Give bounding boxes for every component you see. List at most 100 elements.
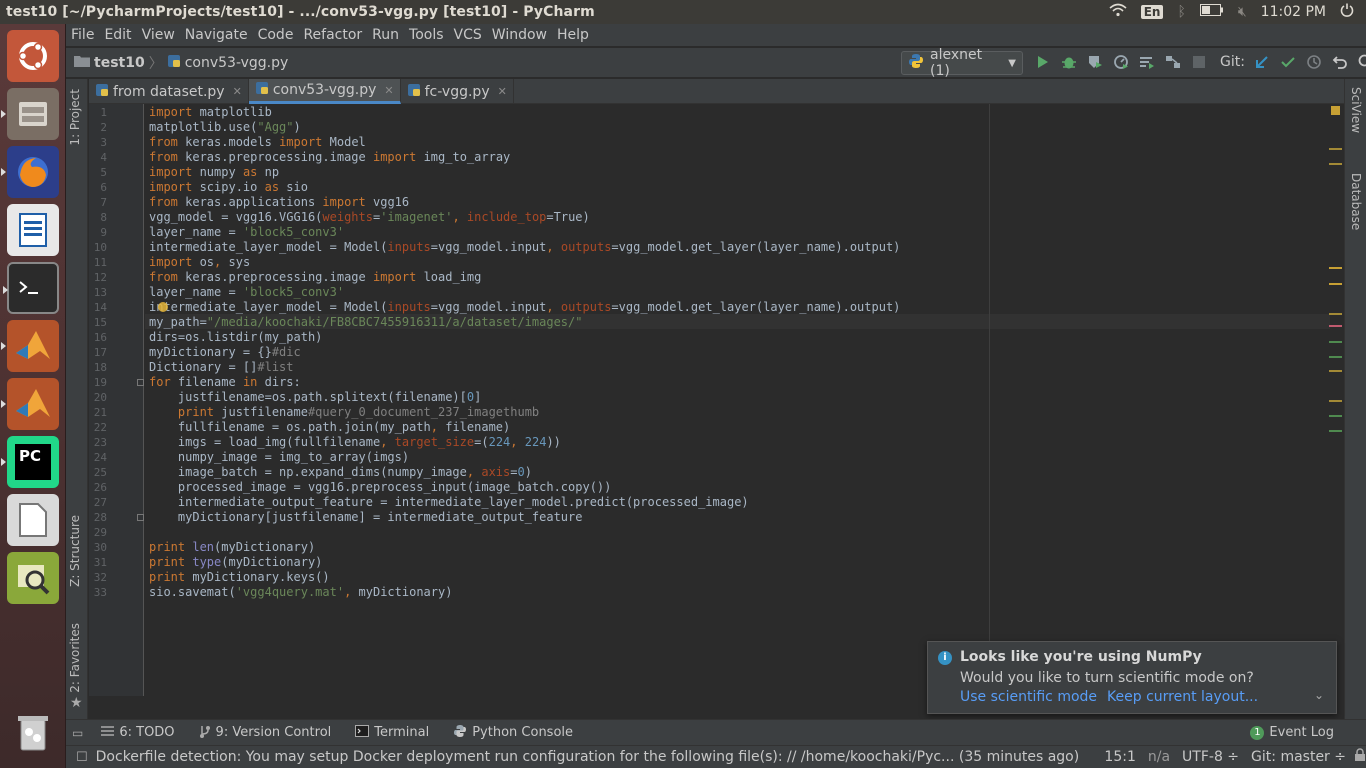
caret-position[interactable]: 15:1 (1104, 749, 1135, 765)
git-update-icon[interactable] (1253, 52, 1271, 72)
code-line[interactable]: numpy_image = img_to_array(imgs) (149, 450, 409, 465)
todo-tool-button[interactable]: 6: TODO (89, 725, 186, 741)
error-stripe-mark[interactable] (1329, 341, 1342, 343)
code-line[interactable]: layer_name = 'block5_conv3' (149, 225, 344, 240)
code-line[interactable]: sio.savemat('vgg4query.mat', myDictionar… (149, 585, 452, 600)
code-line[interactable]: import matplotlib (149, 105, 272, 120)
database-tool-button[interactable]: Database (1349, 173, 1363, 230)
project-tool-button[interactable]: 1: Project (68, 89, 82, 146)
ubuntu-dash-icon[interactable] (7, 30, 59, 82)
history-icon[interactable] (1305, 52, 1323, 72)
search-icon[interactable] (1357, 52, 1366, 72)
git-branch[interactable]: Git: master ÷ (1251, 749, 1346, 765)
menu-code[interactable]: Code (253, 27, 299, 43)
code-line[interactable]: matplotlib.use("Agg") (149, 120, 301, 135)
menu-run[interactable]: Run (367, 27, 404, 43)
python-console-tool-button[interactable]: Python Console (441, 724, 585, 742)
error-stripe-mark[interactable] (1329, 370, 1342, 372)
git-commit-icon[interactable] (1279, 52, 1297, 72)
code-line[interactable]: myDictionary = {}#dic (149, 345, 301, 360)
structure-tool-button[interactable]: Z: Structure (68, 515, 82, 587)
pycharm-icon[interactable]: PC (1, 436, 59, 488)
menu-view[interactable]: View (137, 27, 180, 43)
favorites-tool-button[interactable]: 2: Favorites (68, 623, 82, 693)
concurrency-diagram-icon[interactable] (1138, 52, 1156, 72)
code-line[interactable]: processed_image = vgg16.preprocess_input… (149, 480, 611, 495)
clock[interactable]: 11:02 PM (1261, 4, 1326, 20)
breadcrumb-project[interactable]: test10 (94, 55, 145, 71)
code-line[interactable]: intermediate_output_feature = intermedia… (149, 495, 749, 510)
code-line[interactable]: dirs=os.listdir(my_path) (149, 330, 322, 345)
code-line[interactable]: for filename in dirs: (149, 375, 301, 390)
terminal-icon[interactable] (3, 262, 59, 314)
matlab-icon[interactable] (1, 320, 59, 372)
error-stripe-mark[interactable] (1329, 356, 1342, 358)
run-configuration-select[interactable]: alexnet (1) ▼ (901, 47, 1023, 79)
code-line[interactable]: print type(myDictionary) (149, 555, 322, 570)
revert-icon[interactable] (1331, 52, 1349, 72)
writer-icon[interactable] (7, 204, 59, 256)
close-icon[interactable]: ✕ (384, 84, 393, 97)
error-stripe-mark[interactable] (1329, 325, 1342, 327)
code-line[interactable]: myDictionary[justfilename] = intermediat… (149, 510, 583, 525)
menu-refactor[interactable]: Refactor (298, 27, 367, 43)
error-stripe-mark[interactable] (1329, 400, 1342, 402)
wifi-icon[interactable] (1109, 3, 1127, 21)
code-line[interactable]: print len(myDictionary) (149, 540, 315, 555)
terminal-tool-button[interactable]: Terminal (343, 724, 441, 741)
volume-muted-icon[interactable]: 🔇︎ (1238, 4, 1247, 20)
code-line[interactable]: imgs = load_img(fullfilename, target_siz… (149, 435, 561, 450)
tab-from-dataset[interactable]: from dataset.py ✕ (89, 79, 249, 104)
error-stripe-mark[interactable] (1329, 148, 1342, 150)
keep-current-layout-link[interactable]: Keep current layout... (1107, 689, 1258, 705)
profile-icon[interactable] (1112, 52, 1130, 72)
code-line[interactable]: print justfilename#query_0_document_237_… (149, 405, 539, 420)
power-icon[interactable] (1340, 3, 1354, 21)
code-line[interactable]: print myDictionary.keys() (149, 570, 330, 585)
use-scientific-mode-link[interactable]: Use scientific mode (960, 689, 1097, 705)
fold-marker-icon[interactable] (137, 379, 144, 386)
status-message[interactable]: Dockerfile detection: You may setup Dock… (96, 749, 1079, 765)
code-line[interactable]: intermediate_layer_model = Model(inputs=… (149, 300, 900, 315)
menu-navigate[interactable]: Navigate (180, 27, 253, 43)
code-line[interactable]: from keras.models import Model (149, 135, 366, 150)
file-encoding[interactable]: UTF-8 ÷ (1182, 749, 1239, 765)
error-stripe-mark[interactable] (1329, 313, 1342, 315)
menu-edit[interactable]: Edit (99, 27, 136, 43)
firefox-icon[interactable] (1, 146, 59, 198)
tool-windows-icon[interactable]: ▭ (66, 726, 89, 740)
libreoffice-icon[interactable] (7, 494, 59, 546)
menu-vcs[interactable]: VCS (449, 27, 487, 43)
code-editor[interactable]: import matplotlib matplotlib.use("Agg") fr… (145, 104, 1330, 696)
close-icon[interactable]: ✕ (233, 85, 242, 98)
attach-icon[interactable] (1164, 52, 1182, 72)
inspection-warning-icon[interactable] (1331, 106, 1340, 115)
code-line[interactable]: Dictionary = []#list (149, 360, 294, 375)
code-line[interactable]: fullfilename = os.path.join(my_path, fil… (149, 420, 510, 435)
menu-tools[interactable]: Tools (404, 27, 449, 43)
intention-bulb-icon[interactable] (158, 302, 168, 312)
code-line[interactable]: intermediate_layer_model = Model(inputs=… (149, 240, 900, 255)
line-separator[interactable]: n/a (1148, 749, 1170, 765)
chevron-down-icon[interactable]: ⌄ (1314, 688, 1324, 702)
code-line[interactable]: from keras.applications import vgg16 (149, 195, 409, 210)
code-line[interactable]: from keras.preprocessing.image import im… (149, 150, 510, 165)
trash-icon[interactable] (7, 706, 59, 758)
error-stripe-mark[interactable] (1329, 430, 1342, 432)
error-stripe-mark[interactable] (1329, 283, 1342, 285)
line-number-gutter[interactable]: 1 2 3 4 5 6 7 8 9 10 11 12 13 14 15 16 17 18 19 20 21 22 23 24 2… (89, 104, 144, 696)
lock-icon[interactable] (1354, 748, 1366, 766)
menu-file[interactable]: File (66, 27, 99, 43)
code-line[interactable]: my_path="/media/koochaki/FB8CBC745591631… (149, 315, 582, 330)
code-line[interactable]: from keras.preprocessing.image import lo… (149, 270, 481, 285)
menu-help[interactable]: Help (552, 27, 594, 43)
error-stripe-mark[interactable] (1329, 163, 1342, 165)
run-icon[interactable] (1034, 52, 1052, 72)
fold-marker-icon[interactable] (137, 514, 144, 521)
menu-window[interactable]: Window (487, 27, 552, 43)
code-line[interactable]: import scipy.io as sio (149, 180, 308, 195)
breadcrumb-file[interactable]: conv53-vgg.py (185, 55, 289, 71)
code-line[interactable]: vgg_model = vgg16.VGG16(weights='imagene… (149, 210, 590, 225)
bluetooth-icon[interactable]: ᛒ (1177, 4, 1185, 20)
battery-icon[interactable] (1199, 4, 1224, 20)
